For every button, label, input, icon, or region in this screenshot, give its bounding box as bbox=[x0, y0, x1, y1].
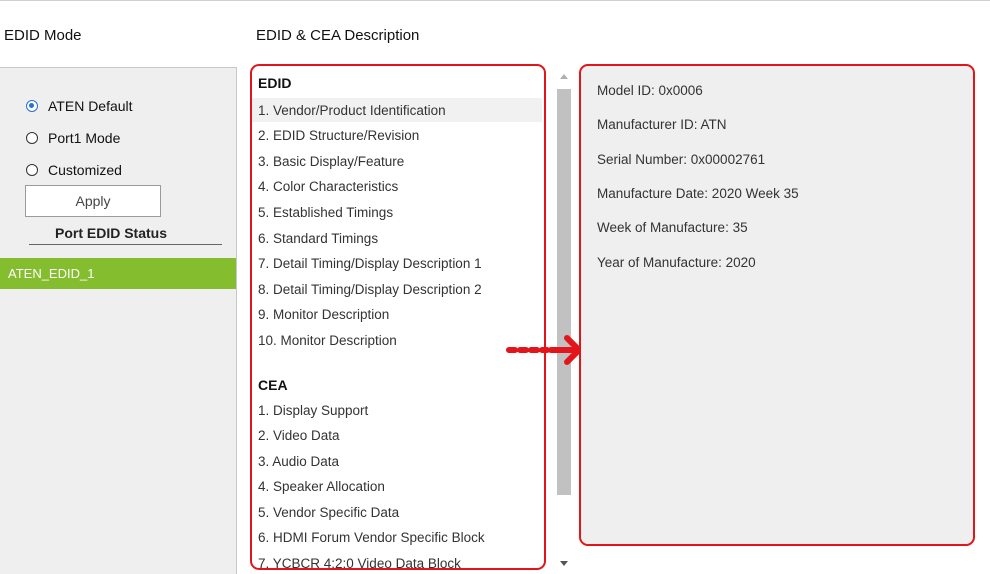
description-line: Year of Manufacture: 2020 bbox=[597, 254, 756, 270]
cea-list-item[interactable]: 2. Video Data bbox=[252, 424, 542, 448]
apply-button[interactable]: Apply bbox=[25, 185, 161, 217]
description-panel: Model ID: 0x0006 Manufacturer ID: ATN Seri… bbox=[579, 64, 975, 546]
description-header: EDID & CEA Description bbox=[256, 27, 420, 44]
cea-section-title: CEA bbox=[258, 377, 288, 393]
edid-list-item[interactable]: 4. Color Characteristics bbox=[252, 175, 542, 199]
edid-mode-panel: ATEN Default Port1 Mode Customized Apply… bbox=[0, 67, 237, 574]
radio-aten-default[interactable]: ATEN Default bbox=[26, 96, 133, 116]
edid-list-item[interactable]: 1. Vendor/Product Identification bbox=[252, 98, 542, 122]
edid-list-item[interactable]: 9. Monitor Description bbox=[252, 303, 542, 327]
pointer-arrow-icon bbox=[506, 335, 582, 365]
description-line: Manufacturer ID: ATN bbox=[597, 117, 727, 133]
port-edid-status-divider bbox=[29, 244, 222, 245]
edid-list-item[interactable]: 8. Detail Timing/Display Description 2 bbox=[252, 277, 542, 301]
edid-list-item[interactable]: 7. Detail Timing/Display Description 1 bbox=[252, 252, 542, 276]
description-line: Model ID: 0x0006 bbox=[597, 83, 703, 98]
scroll-up-arrow-icon[interactable] bbox=[560, 74, 568, 79]
edid-list-item[interactable]: 10. Monitor Description bbox=[252, 328, 542, 352]
description-line: Manufacture Date: 2020 Week 35 bbox=[597, 185, 799, 201]
radio-port1-mode[interactable]: Port1 Mode bbox=[26, 128, 120, 148]
edid-section-title: EDID bbox=[258, 75, 292, 91]
cea-list-item[interactable]: 1. Display Support bbox=[252, 398, 542, 422]
radio-customized-indicator[interactable] bbox=[26, 164, 38, 176]
scroll-down-arrow-icon[interactable] bbox=[560, 561, 568, 566]
cea-list-item[interactable]: 5. Vendor Specific Data bbox=[252, 500, 542, 524]
radio-aten-default-label: ATEN Default bbox=[48, 98, 133, 114]
cea-list-item[interactable]: 6. HDMI Forum Vendor Specific Block bbox=[252, 526, 542, 550]
port-edid-status-title: Port EDID Status bbox=[54, 225, 167, 241]
cea-list-item[interactable]: 4. Speaker Allocation bbox=[252, 475, 542, 499]
radio-port1-mode-indicator[interactable] bbox=[26, 132, 38, 144]
edid-mode-header: EDID Mode bbox=[4, 27, 82, 44]
radio-customized[interactable]: Customized bbox=[26, 160, 122, 180]
edid-list-item[interactable]: 2. EDID Structure/Revision bbox=[252, 124, 542, 148]
radio-aten-default-indicator[interactable] bbox=[26, 100, 38, 112]
cea-list-item[interactable]: 7. YCBCR 4:2:0 Video Data Block bbox=[252, 551, 542, 569]
description-line: Week of Manufacture: 35 bbox=[597, 220, 748, 236]
radio-port1-mode-label: Port1 Mode bbox=[48, 130, 121, 146]
edid-list-item[interactable]: 3. Basic Display/Feature bbox=[252, 149, 542, 173]
radio-customized-label: Customized bbox=[48, 162, 122, 178]
edid-list-item[interactable]: 6. Standard Timings bbox=[252, 226, 542, 250]
port-edid-item[interactable]: ATEN_EDID_1 bbox=[0, 258, 236, 289]
scroll-thumb[interactable] bbox=[557, 89, 571, 495]
cea-list-item[interactable]: 3. Audio Data bbox=[252, 449, 542, 473]
window-top-border bbox=[0, 0, 990, 1]
list-scrollbar[interactable] bbox=[556, 67, 572, 573]
description-line: Serial Number: 0x00002761 bbox=[597, 151, 766, 167]
edid-cea-list: EDID 1. Vendor/Product Identification 2. … bbox=[250, 64, 546, 570]
edid-list-item[interactable]: 5. Established Timings bbox=[252, 200, 542, 224]
